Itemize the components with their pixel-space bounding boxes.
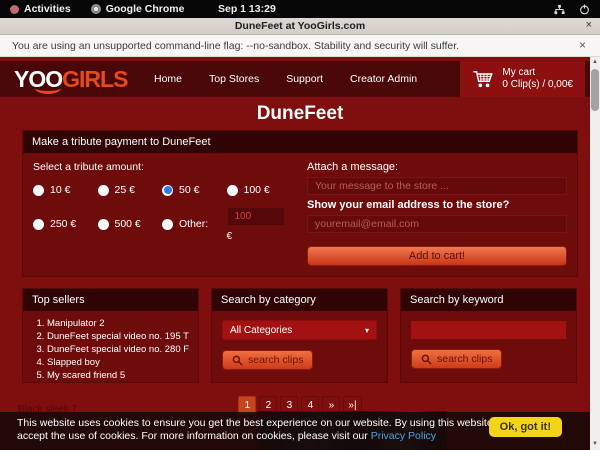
- warning-close-button[interactable]: ×: [579, 38, 586, 52]
- category-search-panel: Search by category All Categories ▾ sear…: [211, 288, 388, 383]
- clock[interactable]: Sep 1 13:29: [218, 0, 276, 18]
- other-amount-input[interactable]: [227, 207, 285, 226]
- radio-icon: [162, 219, 173, 230]
- webpage: YOOGIRLS Home Top Stores Support Creator…: [0, 57, 600, 450]
- message-label: Attach a message:: [307, 161, 567, 173]
- activities-button[interactable]: Activities: [0, 0, 81, 18]
- tribute-amount-250[interactable]: 250 €: [33, 206, 98, 242]
- radio-icon: [98, 185, 109, 196]
- tribute-panel: Make a tribute payment to DuneFeet Selec…: [22, 130, 578, 277]
- window-close-button[interactable]: ×: [586, 19, 592, 31]
- activities-label: Activities: [24, 3, 71, 15]
- tribute-amount-500[interactable]: 500 €: [98, 206, 163, 242]
- main-nav: Home Top Stores Support Creator Admin: [154, 73, 417, 85]
- warning-text: You are using an unsupported command-lin…: [12, 40, 459, 52]
- radio-icon-checked: [162, 185, 173, 196]
- app-menu-label: Google Chrome: [106, 3, 185, 15]
- tribute-amount-25[interactable]: 25 €: [98, 184, 163, 196]
- message-input[interactable]: [307, 177, 567, 195]
- app-menu-button[interactable]: Google Chrome: [81, 0, 195, 18]
- category-select[interactable]: All Categories ▾: [222, 320, 377, 340]
- site-header: YOOGIRLS Home Top Stores Support Creator…: [0, 61, 600, 97]
- scroll-down-icon[interactable]: ▼: [590, 439, 600, 449]
- message-column: Attach a message: Show your email addres…: [307, 161, 567, 266]
- logo-text-girls: GIRLS: [62, 66, 127, 92]
- top-seller-item[interactable]: Slapped boy: [47, 356, 198, 369]
- keyword-search-button[interactable]: search clips: [411, 349, 502, 369]
- email-input[interactable]: [307, 215, 567, 233]
- system-tray: [554, 4, 600, 15]
- add-to-cart-button[interactable]: Add to cart!: [307, 246, 567, 266]
- email-label: Show your email address to the store?: [307, 199, 567, 211]
- screen: Activities Google Chrome Sep 1 13:29 Dun…: [0, 0, 600, 450]
- tribute-panel-header: Make a tribute payment to DuneFeet: [23, 131, 577, 153]
- top-seller-item[interactable]: DuneFeet special video no. 280 F: [47, 343, 198, 356]
- category-search-button[interactable]: search clips: [222, 350, 313, 370]
- search-icon: [232, 355, 243, 366]
- other-amount-cell: €: [227, 206, 292, 242]
- radio-icon: [98, 219, 109, 230]
- desktop-top-bar: Activities Google Chrome Sep 1 13:29: [0, 0, 600, 18]
- radio-icon: [227, 185, 238, 196]
- cart-summary: 0 Clip(s) / 0,00€: [502, 79, 573, 91]
- amount-column: Select a tribute amount: 10 € 25 €: [33, 161, 291, 266]
- other-amount-currency: €: [227, 231, 292, 242]
- cart-label: My cart: [502, 67, 573, 79]
- site-logo[interactable]: YOOGIRLS: [14, 68, 146, 91]
- power-icon[interactable]: [579, 4, 590, 15]
- network-icon[interactable]: [554, 4, 565, 15]
- tribute-amount-50[interactable]: 50 €: [162, 184, 227, 196]
- cart-button[interactable]: My cart 0 Clip(s) / 0,00€: [460, 61, 585, 97]
- top-seller-item[interactable]: Manipulator 2: [47, 317, 198, 330]
- cookie-consent-bar: This website uses cookies to ensure you …: [0, 412, 590, 450]
- top-sellers-header: Top sellers: [23, 289, 198, 311]
- scrollbar-thumb[interactable]: [591, 69, 599, 111]
- nav-item-creator-admin[interactable]: Creator Admin: [350, 73, 417, 85]
- page-title: DuneFeet: [0, 103, 600, 125]
- cart-icon: [472, 69, 494, 89]
- category-selected-option: All Categories: [230, 325, 292, 336]
- search-icon: [421, 354, 432, 365]
- window-titlebar[interactable]: DuneFeet at YooGirls.com ×: [0, 18, 600, 35]
- tribute-amount-other[interactable]: Other:: [162, 206, 227, 242]
- nav-item-home[interactable]: Home: [154, 73, 182, 85]
- nav-item-support[interactable]: Support: [286, 73, 323, 85]
- nav-item-top-stores[interactable]: Top Stores: [209, 73, 259, 85]
- amount-options: 10 € 25 € 50 €: [33, 184, 291, 242]
- window-title: DuneFeet at YooGirls.com: [235, 20, 365, 32]
- top-seller-item[interactable]: DuneFeet special video no. 195 T: [47, 330, 198, 343]
- chevron-down-icon: ▾: [365, 326, 369, 335]
- category-search-header: Search by category: [212, 289, 387, 311]
- radio-icon: [33, 219, 44, 230]
- privacy-policy-link[interactable]: Privacy Policy: [371, 430, 436, 442]
- logo-smile-icon: [35, 82, 61, 94]
- top-sellers-list: Manipulator 2 DuneFeet special video no.…: [23, 317, 198, 382]
- warning-bar: You are using an unsupported command-lin…: [0, 35, 600, 57]
- keyword-search-panel: Search by keyword search clips: [400, 288, 577, 383]
- amount-label: Select a tribute amount:: [33, 161, 291, 173]
- keyword-search-header: Search by keyword: [401, 289, 576, 311]
- top-seller-item[interactable]: My scared friend 5: [47, 369, 198, 382]
- activities-icon: [10, 5, 19, 14]
- cookie-text: This website uses cookies to ensure you …: [17, 417, 513, 443]
- bottom-panels: Top sellers Manipulator 2 DuneFeet speci…: [22, 288, 578, 383]
- cookie-accept-button[interactable]: Ok, got it!: [489, 417, 562, 437]
- scroll-up-icon[interactable]: ▲: [590, 57, 600, 67]
- radio-icon: [33, 185, 44, 196]
- scrollbar[interactable]: ▲ ▼: [590, 57, 600, 450]
- top-sellers-panel: Top sellers Manipulator 2 DuneFeet speci…: [22, 288, 199, 383]
- content: Make a tribute payment to DuneFeet Selec…: [22, 130, 578, 415]
- tribute-amount-100[interactable]: 100 €: [227, 184, 292, 196]
- tribute-amount-10[interactable]: 10 €: [33, 184, 98, 196]
- chrome-icon: [91, 4, 101, 14]
- keyword-input[interactable]: [411, 321, 566, 339]
